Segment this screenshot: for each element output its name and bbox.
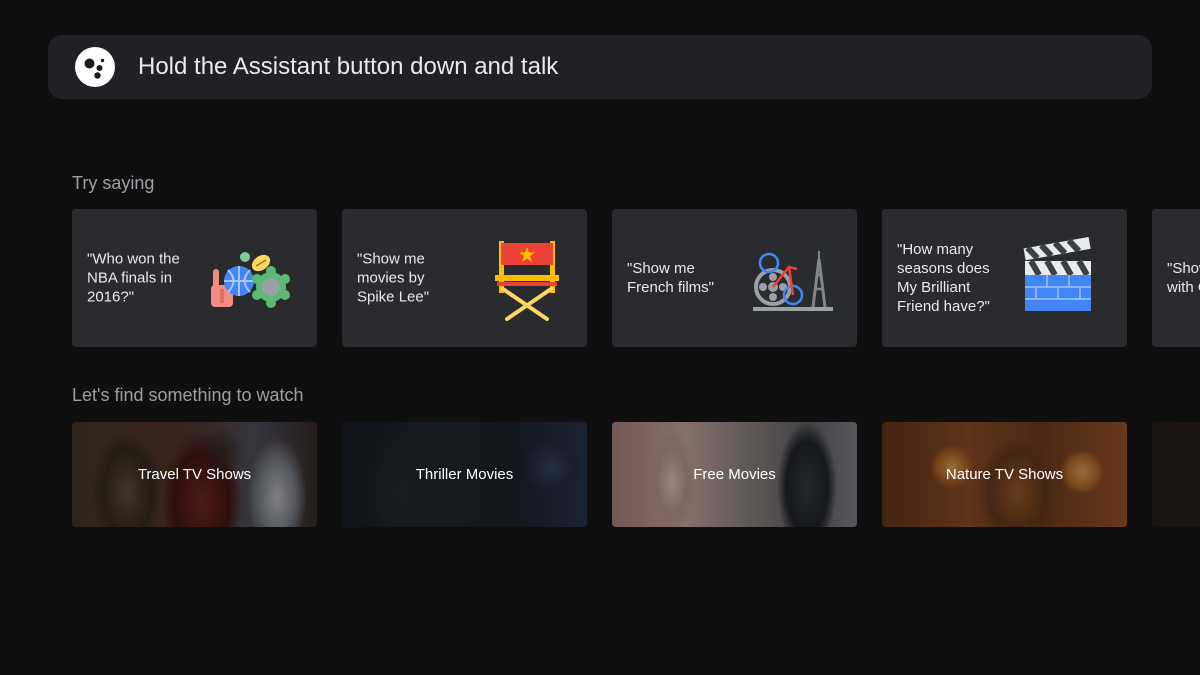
assistant-prompt-bar[interactable]: Hold the Assistant button down and talk (48, 35, 1152, 99)
category-tile-thriller[interactable]: Thriller Movies (342, 422, 587, 527)
suggestion-text: "Show me movies by Spike Lee" (357, 250, 430, 306)
google-assistant-icon (75, 47, 115, 87)
suggestion-card-partial[interactable]: "Show action with Cruis (1152, 209, 1200, 347)
suggestion-row: "Who won the NBA finals in 2016?" "Show … (72, 209, 1200, 347)
suggestion-card-french-films[interactable]: "Show me French films" (612, 209, 857, 347)
category-label: Free Movies (693, 466, 776, 483)
director-chair-icon (469, 233, 569, 323)
sports-collage-icon (199, 233, 299, 323)
category-tile-travel[interactable]: Travel TV Shows (72, 422, 317, 527)
try-saying-heading: Try saying (72, 173, 155, 193)
suggestion-text: "How many seasons does My Brilliant Frie… (897, 241, 990, 315)
suggestion-card-brilliant-friend[interactable]: "How many seasons does My Brilliant Frie… (882, 209, 1127, 347)
suggestion-text: "Who won the NBA finals in 2016?" (87, 250, 180, 306)
clapperboard-icon (1009, 233, 1109, 323)
category-label: Travel TV Shows (137, 466, 252, 483)
category-tile-partial[interactable] (1152, 422, 1200, 527)
category-tile-free-movies[interactable]: Free Movies (612, 422, 857, 527)
suggestion-text: "Show me French films" (627, 260, 715, 296)
assistant-screen: Hold the Assistant button down and talk … (0, 0, 1200, 675)
category-label: Thriller Movies (415, 466, 514, 483)
assistant-prompt-text: Hold the Assistant button down and talk (138, 53, 559, 80)
suggestion-card-nba[interactable]: "Who won the NBA finals in 2016?" (72, 209, 317, 347)
suggestion-card-spike-lee[interactable]: "Show me movies by Spike Lee" (342, 209, 587, 347)
category-tile-nature[interactable]: Nature TV Shows (882, 422, 1127, 527)
film-reel-eiffel-icon (739, 233, 839, 323)
category-row: Travel TV Shows Thriller Movies Free Mov… (72, 422, 1200, 527)
suggestion-text: "Show action with Cruis (1167, 260, 1200, 296)
category-label: Nature TV Shows (945, 466, 1064, 483)
find-watch-heading: Let's find something to watch (72, 385, 304, 405)
